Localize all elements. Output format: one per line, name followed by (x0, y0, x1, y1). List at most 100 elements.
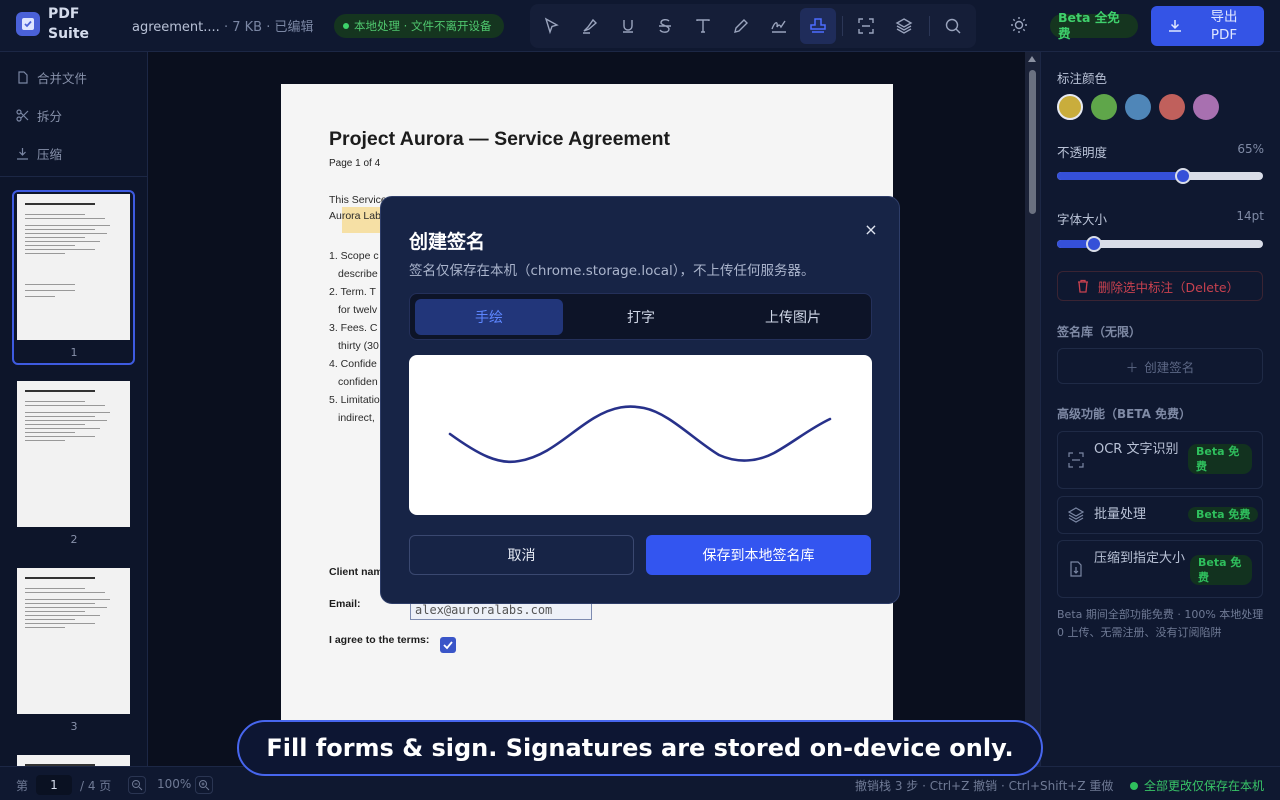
sidebar-item-label: 压缩 (37, 147, 63, 162)
sidebar-item-merge[interactable]: 合并文件 (16, 68, 87, 87)
delete-label: 删除选中标注（Delete） (1098, 279, 1240, 295)
scroll-up-arrow-icon[interactable] (1028, 56, 1036, 62)
advanced-features-label: 高级功能（BETA 免费） (1057, 407, 1192, 421)
color-swatch-yellow[interactable] (1057, 94, 1083, 120)
caption-banner: Fill forms & sign. Signatures are stored… (237, 720, 1043, 776)
client-name-label: Client nam (329, 566, 383, 578)
feature-label: 批量处理 (1094, 507, 1147, 522)
beta-badge: Beta 免费 (1188, 507, 1259, 522)
top-bar: PDF Suite agreement.... · 7 KB · 已编辑 本地处… (0, 0, 1280, 52)
page-thumbnail[interactable] (17, 194, 130, 340)
trash-icon (1078, 279, 1088, 293)
beta-badge: Beta 免费 (1188, 444, 1252, 474)
page-total: / 4 页 (80, 779, 112, 793)
document-line: 3. Fees. C (329, 322, 378, 334)
pen-icon[interactable] (727, 12, 755, 40)
font-size-slider[interactable] (1057, 236, 1263, 252)
cancel-button[interactable]: 取消 (409, 535, 634, 575)
select-icon[interactable] (538, 12, 566, 40)
zoom-level: 100% (157, 777, 192, 791)
sidebar-item-label: 拆分 (37, 109, 63, 124)
document-line: indirect, (338, 412, 375, 424)
sidebar-item-split[interactable]: 拆分 (16, 106, 62, 125)
file-name: agreement.... (132, 20, 220, 35)
page-number-label: 1 (70, 346, 78, 359)
annotation-toolbar (530, 4, 976, 48)
page-number-input[interactable]: 1 (36, 775, 72, 795)
feature-ocr[interactable]: OCR 文字识别 Beta 免费 (1057, 431, 1263, 489)
file-meta: · 7 KB · 已编辑 (219, 20, 314, 35)
signature-stroke (448, 405, 832, 464)
opacity-slider-handle[interactable] (1175, 168, 1191, 184)
page-number-label: 2 (70, 533, 78, 546)
color-swatch-green[interactable] (1091, 94, 1117, 120)
opacity-slider-fill (1057, 172, 1183, 180)
tab-upload-image[interactable]: 上传图片 (719, 299, 867, 335)
document-line: 5. Limitatio (329, 394, 380, 406)
compress-icon (17, 148, 28, 160)
color-swatch-purple[interactable] (1193, 94, 1219, 120)
ocr-icon[interactable] (852, 12, 880, 40)
theme-toggle-sun-icon[interactable] (1008, 14, 1030, 36)
email-label: Email: (329, 598, 361, 610)
merge-icon (18, 71, 28, 84)
tab-type[interactable]: 打字 (567, 299, 715, 335)
page-thumbnail[interactable] (17, 755, 130, 766)
scrollbar-thumb[interactable] (1029, 70, 1036, 214)
document-line: confiden (338, 376, 378, 388)
font-size-slider-handle[interactable] (1086, 236, 1102, 252)
opacity-slider[interactable] (1057, 168, 1263, 184)
create-signature-button[interactable]: ＋ 创建签名 (1057, 348, 1263, 384)
agree-checkbox[interactable] (440, 637, 456, 653)
app-window: PDF Suite agreement.... · 7 KB · 已编辑 本地处… (0, 0, 1280, 800)
document-line: thirty (30 (338, 340, 379, 352)
check-icon (443, 641, 453, 650)
status-dot-icon (1130, 781, 1138, 790)
delete-annotation-button[interactable]: 删除选中标注（Delete） (1057, 271, 1263, 301)
color-swatch-red[interactable] (1159, 94, 1185, 120)
page-thumbnail[interactable] (17, 381, 130, 527)
sidebar-item-label: 合并文件 (37, 71, 88, 86)
toolbar-divider (929, 16, 930, 36)
app-name: PDF Suite (48, 6, 90, 42)
zoom-out-button[interactable] (128, 776, 146, 794)
document-page-indicator: Page 1 of 4 (329, 158, 381, 169)
toolbar-divider (842, 16, 843, 36)
signature-drawing-canvas[interactable] (409, 355, 872, 515)
export-pdf-button[interactable]: 导出 PDF (1151, 6, 1264, 46)
sidebar-item-compress[interactable]: 压缩 (16, 144, 62, 163)
close-icon[interactable]: × (859, 217, 883, 241)
vertical-scrollbar[interactable] (1025, 52, 1040, 766)
tab-draw[interactable]: 手绘 (415, 299, 563, 335)
sidebar-divider (0, 176, 148, 177)
layers-icon (1068, 507, 1084, 523)
zoom-in-button[interactable] (195, 776, 213, 794)
opacity-value: 65% (1237, 142, 1264, 156)
underline-icon[interactable] (614, 12, 642, 40)
file-compress-icon (1070, 561, 1082, 577)
layers-icon[interactable] (890, 12, 918, 40)
page-thumbnail[interactable] (17, 568, 130, 714)
page-prefix: 第 (16, 779, 29, 793)
strikethrough-icon[interactable] (651, 12, 679, 40)
feature-compress-size[interactable]: 压缩到指定大小 Beta 免费 (1057, 540, 1263, 598)
zoom-in-icon (199, 780, 210, 791)
document-title: Project Aurora — Service Agreement (329, 128, 671, 150)
signature-mode-tabs: 手绘 打字 上传图片 (409, 293, 872, 340)
stamp-icon[interactable] (800, 8, 836, 44)
app-logo-icon (16, 12, 40, 36)
search-icon[interactable] (939, 12, 967, 40)
saved-status: 全部更改仅保存在本机 (1130, 777, 1264, 794)
save-to-library-button[interactable]: 保存到本地签名库 (646, 535, 871, 575)
beta-free-badge: Beta 全免费 (1050, 10, 1138, 41)
highlight-icon[interactable] (576, 12, 604, 40)
beta-badge: Beta 免费 (1190, 555, 1252, 585)
text-icon[interactable] (689, 12, 717, 40)
create-signature-dialog: 创建签名 签名仅保存在本机（chrome.storage.local），不上传任… (380, 196, 900, 604)
document-line: describe (338, 268, 378, 280)
dialog-subtitle: 签名仅保存在本机（chrome.storage.local），不上传任何服务器。 (409, 263, 815, 279)
signature-icon[interactable] (765, 12, 793, 40)
color-swatch-blue[interactable] (1125, 94, 1151, 120)
dialog-title: 创建签名 (409, 231, 486, 253)
feature-batch[interactable]: 批量处理 Beta 免费 (1057, 496, 1263, 534)
